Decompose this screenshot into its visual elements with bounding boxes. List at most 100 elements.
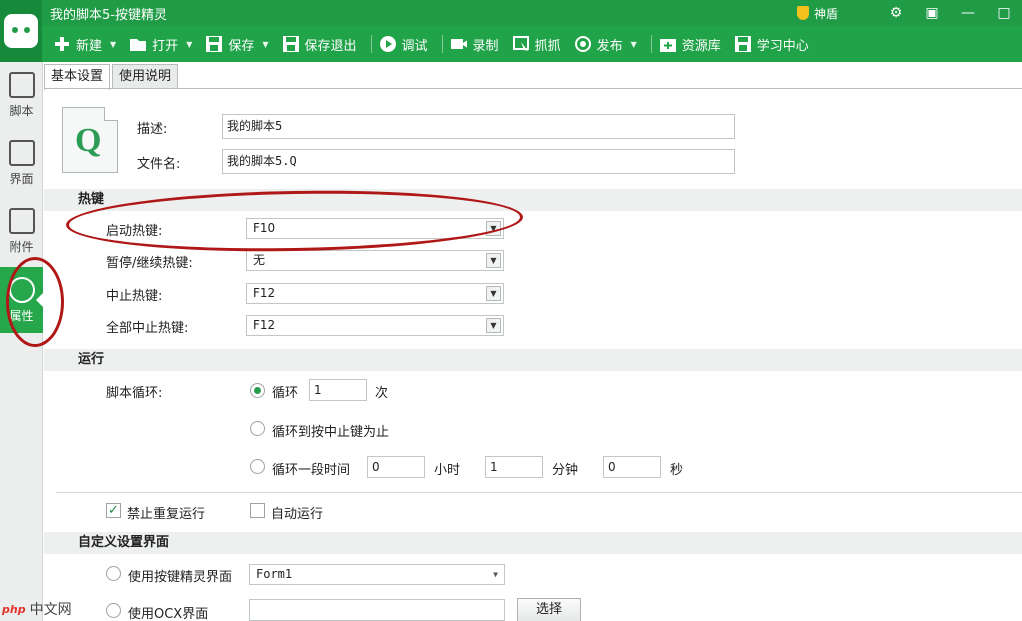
save-exit-icon: [282, 36, 299, 52]
publish-icon: [574, 36, 591, 52]
use-ocx-ui-radio[interactable]: [106, 603, 121, 618]
save-label: 保存: [228, 38, 255, 54]
library-button[interactable]: 资源库: [656, 26, 731, 62]
start-hotkey-label: 启动热键:: [106, 224, 163, 239]
site-watermark: php 中文网: [2, 599, 72, 619]
browse-button[interactable]: 选择: [517, 598, 581, 621]
filename-field[interactable]: 我的脚本5.Q: [222, 149, 735, 174]
chevron-down-icon[interactable]: ▼: [486, 318, 501, 333]
chevron-down-icon[interactable]: ▼: [486, 253, 501, 268]
save-exit-button[interactable]: 保存退出: [279, 26, 367, 62]
hours-input[interactable]: 0: [367, 456, 425, 478]
main-toolbar: 新建 ▼ 打开 ▼ 保存 ▼ 保存退出 调试 录制 抓抓 发布 ▼ 资源库 学习…: [0, 26, 1022, 62]
sidebar-item-interface[interactable]: 界面: [0, 130, 43, 196]
sidebar-item-label: 脚本: [9, 103, 34, 118]
builtin-ui-form-select[interactable]: Form1 ▼: [249, 564, 505, 585]
chevron-down-icon[interactable]: ▼: [631, 40, 637, 49]
publish-button[interactable]: 发布 ▼: [571, 26, 647, 62]
window-title: 我的脚本5-按键精灵: [50, 8, 167, 23]
watermark-brand: php: [2, 602, 26, 616]
chevron-down-icon[interactable]: ▼: [110, 40, 116, 49]
window-controls: 神盾 ⚙ ▣ — □: [796, 0, 1022, 26]
learn-center-label: 学习中心: [756, 38, 809, 54]
loop-until-stop-label: 循环到按中止键为止: [272, 425, 390, 440]
tab-basic-settings[interactable]: 基本设置: [44, 64, 111, 90]
tab-instructions[interactable]: 使用说明: [112, 64, 179, 89]
new-button[interactable]: 新建 ▼: [50, 26, 126, 62]
chevron-down-icon[interactable]: ▼: [186, 40, 192, 49]
sidebar-item-attachment[interactable]: 附件: [0, 198, 43, 264]
hours-unit: 小时: [434, 463, 461, 478]
gear-icon[interactable]: ⚙: [878, 5, 914, 21]
camera-icon: [450, 36, 467, 52]
description-label: 描述:: [137, 122, 168, 137]
pause-hotkey-label: 暂停/继续热键:: [106, 256, 193, 271]
auto-run-label: 自动运行: [271, 507, 324, 522]
use-ocx-ui-label: 使用OCX界面: [128, 607, 209, 621]
tab-bar: 基本设置 使用说明: [44, 64, 180, 90]
learn-icon: [734, 36, 751, 52]
no-repeat-label: 禁止重复运行: [127, 507, 206, 522]
sidebar-item-script[interactable]: 脚本: [0, 62, 43, 128]
start-hotkey-select[interactable]: F10 ▼: [246, 218, 504, 239]
play-icon: [379, 36, 396, 52]
publish-label: 发布: [596, 38, 623, 54]
active-indicator: [36, 293, 43, 307]
sidebar-item-label: 属性: [9, 308, 34, 323]
chevron-down-icon[interactable]: ▼: [493, 565, 498, 584]
folder-icon: [130, 36, 147, 52]
no-repeat-checkbox[interactable]: ✓: [106, 503, 121, 518]
stop-hotkey-select[interactable]: F12 ▼: [246, 283, 504, 304]
sidebar-item-properties[interactable]: 属性: [0, 267, 43, 333]
chevron-down-icon[interactable]: ▼: [486, 221, 501, 236]
learn-center-button[interactable]: 学习中心: [731, 26, 819, 62]
chevron-down-icon[interactable]: ▼: [262, 40, 268, 49]
debug-button[interactable]: 调试: [376, 26, 438, 62]
record-button[interactable]: 录制: [447, 26, 509, 62]
loop-count-radio[interactable]: [250, 383, 265, 398]
filename-label: 文件名:: [137, 157, 181, 172]
debug-label: 调试: [401, 38, 428, 54]
settings-panel: Q 描述: 我的脚本5 文件名: 我的脚本5.Q 热键 启动热键: F10 ▼ …: [44, 89, 1022, 621]
save-button[interactable]: 保存 ▼: [202, 26, 278, 62]
loop-count-input[interactable]: 1: [309, 379, 367, 401]
library-label: 资源库: [681, 38, 721, 54]
pause-hotkey-select[interactable]: 无 ▼: [246, 250, 504, 271]
run-section-title: 运行: [44, 349, 1022, 371]
chevron-down-icon[interactable]: ▼: [486, 286, 501, 301]
shield-icon: [796, 6, 809, 20]
maximize-icon[interactable]: □: [986, 5, 1022, 21]
open-button[interactable]: 打开 ▼: [126, 26, 202, 62]
restore-icon[interactable]: ▣: [914, 5, 950, 21]
grab-button[interactable]: 抓抓: [509, 26, 571, 62]
ocx-path-input[interactable]: [249, 599, 505, 621]
attachment-icon: [8, 207, 35, 234]
robot-icon: [4, 14, 38, 48]
stop-hotkey-label: 中止热键:: [106, 289, 163, 304]
save-icon: [206, 36, 223, 52]
auto-run-checkbox[interactable]: [250, 503, 265, 518]
loop-duration-radio[interactable]: [250, 459, 265, 474]
grab-icon: [512, 36, 529, 52]
loop-duration-label: 循环一段时间: [272, 463, 351, 478]
shield-button[interactable]: 神盾: [796, 5, 838, 22]
run-divider: [56, 492, 1022, 493]
hotkeys-section-title: 热键: [44, 189, 1022, 211]
use-builtin-ui-radio[interactable]: [106, 566, 121, 581]
minutes-unit: 分钟: [552, 463, 579, 478]
minimize-icon[interactable]: —: [950, 5, 986, 21]
stop-all-hotkey-label: 全部中止热键:: [106, 321, 189, 336]
record-label: 录制: [472, 38, 499, 54]
pause-hotkey-value: 无: [253, 253, 266, 267]
toolbar-divider: [441, 35, 443, 53]
code-icon: [8, 71, 35, 98]
stop-all-hotkey-select[interactable]: F12 ▼: [246, 315, 504, 336]
loop-until-stop-radio[interactable]: [250, 421, 265, 436]
minutes-input[interactable]: 1: [485, 456, 543, 478]
open-label: 打开: [152, 38, 179, 54]
seconds-input[interactable]: 0: [603, 456, 661, 478]
loop-count-unit: 次: [375, 386, 389, 401]
description-field[interactable]: 我的脚本5: [222, 114, 735, 139]
save-exit-label: 保存退出: [304, 38, 357, 54]
grid-icon: [8, 139, 35, 166]
